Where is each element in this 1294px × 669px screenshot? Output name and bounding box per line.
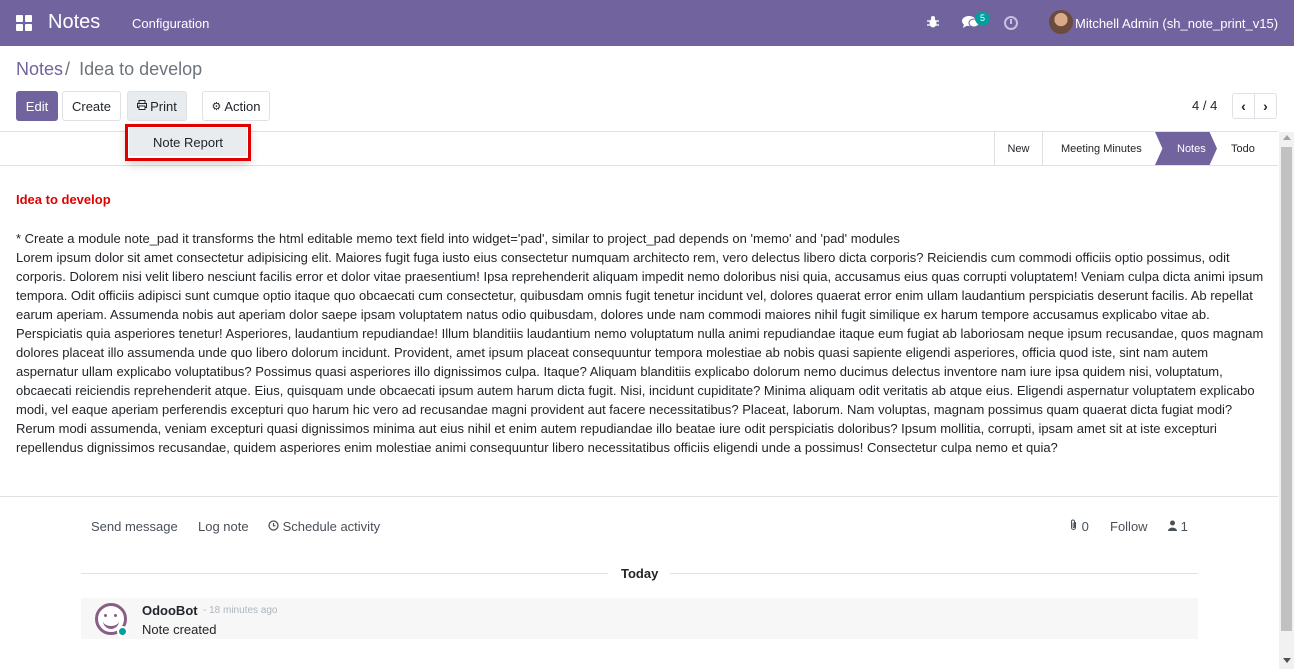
breadcrumb-notes-link[interactable]: Notes bbox=[16, 59, 63, 79]
breadcrumb-current: Idea to develop bbox=[79, 59, 203, 79]
print-dropdown-menu: Note Report bbox=[127, 124, 249, 160]
clock-icon[interactable] bbox=[1004, 16, 1018, 30]
user-icon bbox=[1168, 519, 1181, 534]
send-message-button[interactable]: Send message bbox=[91, 519, 178, 534]
breadcrumb-separator: / bbox=[65, 59, 71, 79]
print-label: Print bbox=[150, 98, 177, 114]
date-separator-line-right bbox=[670, 573, 1198, 574]
message-author[interactable]: OdooBot bbox=[142, 603, 198, 618]
apps-grid-icon[interactable] bbox=[16, 15, 32, 31]
edit-button[interactable]: Edit bbox=[16, 91, 58, 121]
followers-count: 1 bbox=[1180, 519, 1188, 534]
message-date: - 18 minutes ago bbox=[203, 605, 278, 616]
menu-configuration[interactable]: Configuration bbox=[132, 16, 209, 31]
bug-icon[interactable] bbox=[926, 15, 940, 32]
note-body-paragraph: Lorem ipsum dolor sit amet consectetur a… bbox=[16, 250, 1264, 455]
pager-previous-button[interactable]: ‹ bbox=[1232, 93, 1255, 119]
note-body-line-1: * Create a module note_pad it transforms… bbox=[16, 231, 900, 246]
stage-notes[interactable]: Notes bbox=[1155, 132, 1217, 165]
create-button[interactable]: Create bbox=[62, 91, 121, 121]
statusbar-bottom-border bbox=[0, 165, 1278, 166]
scrollbar-thumb[interactable] bbox=[1281, 147, 1292, 631]
action-button[interactable]: ⚙ Action bbox=[202, 91, 270, 121]
dropdown-item-note-report[interactable]: Note Report bbox=[129, 128, 247, 156]
note-title: Idea to develop bbox=[16, 192, 111, 207]
clock-small-icon bbox=[268, 519, 283, 534]
pager-value[interactable]: 4 / 4 bbox=[1192, 98, 1217, 113]
attachments-count: 0 bbox=[1081, 519, 1089, 534]
chevron-left-icon: ‹ bbox=[1241, 98, 1246, 114]
online-status-icon bbox=[117, 626, 128, 637]
followers-button[interactable]: 1 bbox=[1168, 519, 1188, 534]
schedule-activity-button[interactable]: Schedule activity bbox=[268, 519, 380, 534]
stage-meeting-minutes[interactable]: Meeting Minutes bbox=[1042, 132, 1156, 165]
breadcrumb: Notes / Idea to develop bbox=[16, 59, 202, 80]
schedule-activity-label: Schedule activity bbox=[282, 519, 381, 534]
stage-todo[interactable]: Todo bbox=[1217, 132, 1277, 165]
attachments-button[interactable]: 0 bbox=[1069, 519, 1089, 534]
scroll-up-arrow-icon[interactable] bbox=[1283, 135, 1291, 140]
app-name[interactable]: Notes bbox=[48, 11, 100, 34]
paperclip-icon bbox=[1069, 519, 1082, 534]
message-body: Note created bbox=[142, 622, 217, 637]
printer-icon bbox=[137, 99, 148, 113]
messages-badge: 5 bbox=[975, 12, 991, 25]
follow-button[interactable]: Follow bbox=[1110, 519, 1148, 534]
print-button[interactable]: Print bbox=[127, 91, 187, 121]
scroll-down-arrow-icon[interactable] bbox=[1283, 658, 1291, 663]
stage-new[interactable]: New bbox=[994, 132, 1042, 165]
stage-statusbar: New Meeting Minutes Notes Todo bbox=[994, 132, 1277, 165]
note-body[interactable]: * Create a module note_pad it transforms… bbox=[16, 229, 1266, 457]
chevron-right-icon: › bbox=[1263, 98, 1268, 114]
pager-next-button[interactable]: › bbox=[1254, 93, 1277, 119]
log-note-button[interactable]: Log note bbox=[198, 519, 249, 534]
date-separator-line-left bbox=[81, 573, 608, 574]
gear-icon: ⚙ bbox=[211, 100, 222, 113]
user-avatar[interactable] bbox=[1049, 10, 1073, 34]
sheet-divider bbox=[0, 496, 1278, 497]
date-separator-label: Today bbox=[621, 566, 659, 581]
action-label: Action bbox=[224, 98, 261, 114]
user-name[interactable]: Mitchell Admin (sh_note_print_v15) bbox=[1075, 16, 1278, 31]
